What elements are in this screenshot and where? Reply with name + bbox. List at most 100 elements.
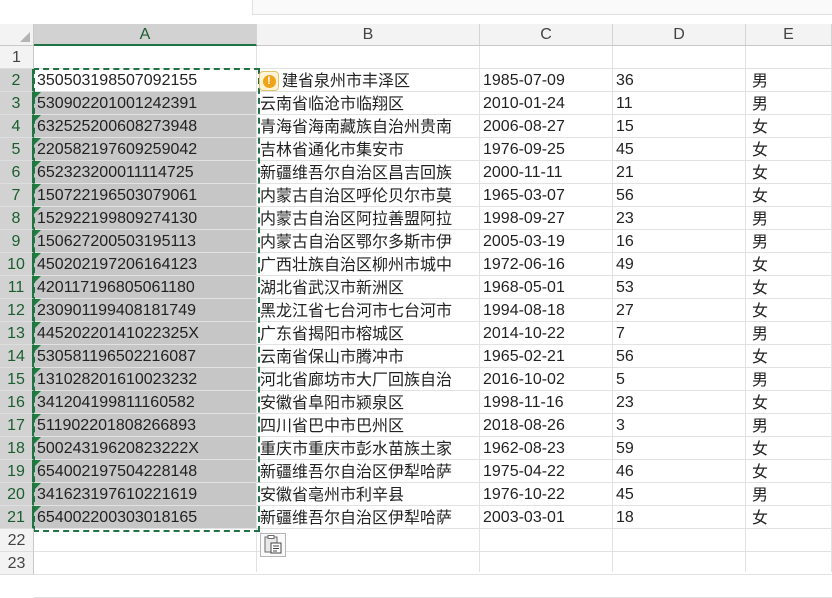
gender-cell[interactable]: 男	[746, 322, 832, 345]
id-number-cell[interactable]: 50024319620823222X	[34, 437, 257, 460]
address-cell[interactable]: 云南省保山市腾冲市	[257, 345, 478, 368]
gender-cell[interactable]: 女	[746, 115, 832, 138]
age-cell[interactable]: 16	[613, 230, 746, 253]
birth-date-cell[interactable]: 2003-03-01	[480, 506, 613, 529]
address-cell[interactable]: 黑龙江省七台河市七台河市	[257, 299, 478, 322]
age-cell[interactable]: 21	[613, 161, 746, 184]
address-cell[interactable]: 安徽省阜阳市颍泉区	[257, 391, 478, 414]
address-cell[interactable]: 内蒙古自治区鄂尔多斯市伊	[257, 230, 478, 253]
address-cell[interactable]: 建省泉州市丰泽区	[279, 69, 478, 92]
id-number-cell[interactable]: 131028201610023232	[34, 368, 257, 391]
age-cell[interactable]: 7	[613, 322, 746, 345]
age-cell[interactable]: 23	[613, 391, 746, 414]
row-header-10[interactable]: 10	[0, 253, 34, 276]
row-header-4[interactable]: 4	[0, 115, 34, 138]
id-number-cell[interactable]: 150627200503195113	[34, 230, 257, 253]
birth-date-cell[interactable]: 1972-06-16	[480, 253, 613, 276]
id-number-cell[interactable]: 654002197504228148	[34, 460, 257, 483]
age-cell[interactable]: 5	[613, 368, 746, 391]
birth-date-cell[interactable]: 1968-05-01	[480, 276, 613, 299]
address-cell[interactable]: 吉林省通化市集安市	[257, 138, 478, 161]
age-cell[interactable]: 49	[613, 253, 746, 276]
gender-cell[interactable]: 男	[746, 230, 832, 253]
id-number-cell[interactable]: 511902201808266893	[34, 414, 257, 437]
address-cell[interactable]: 新疆维吾尔自治区伊犁哈萨	[257, 460, 478, 483]
address-cell[interactable]: 内蒙古自治区阿拉善盟阿拉	[257, 207, 478, 230]
birth-date-cell[interactable]: 2018-08-26	[480, 414, 613, 437]
gender-cell[interactable]: 女	[746, 276, 832, 299]
row-header-3[interactable]: 3	[0, 92, 34, 115]
row-header-16[interactable]: 16	[0, 391, 34, 414]
address-cell[interactable]: 云南省临沧市临翔区	[257, 92, 478, 115]
birth-date-cell[interactable]: 1962-08-23	[480, 437, 613, 460]
birth-date-cell[interactable]: 1965-03-07	[480, 184, 613, 207]
row-header-7[interactable]: 7	[0, 184, 34, 207]
address-cell[interactable]: 新疆维吾尔自治区伊犁哈萨	[257, 506, 478, 529]
row-header-22[interactable]: 22	[0, 529, 34, 552]
age-cell[interactable]: 23	[613, 207, 746, 230]
gender-cell[interactable]: 男	[746, 368, 832, 391]
age-cell[interactable]: 45	[613, 138, 746, 161]
id-number-cell[interactable]: 632525200608273948	[34, 115, 257, 138]
age-cell[interactable]: 18	[613, 506, 746, 529]
error-indicator-button[interactable]: !	[259, 71, 279, 91]
row-header-11[interactable]: 11	[0, 276, 34, 299]
gender-cell[interactable]: 女	[746, 460, 832, 483]
address-cell[interactable]: 重庆市重庆市彭水苗族土家	[257, 437, 478, 460]
gender-cell[interactable]: 女	[746, 138, 832, 161]
birth-date-cell[interactable]: 1998-09-27	[480, 207, 613, 230]
birth-date-cell[interactable]: 2000-11-11	[480, 161, 613, 184]
gender-cell[interactable]: 男	[746, 207, 832, 230]
select-all-button[interactable]	[0, 24, 34, 46]
address-cell[interactable]: 青海省海南藏族自治州贵南	[257, 115, 478, 138]
address-cell[interactable]: 四川省巴中市巴州区	[257, 414, 478, 437]
age-cell[interactable]: 46	[613, 460, 746, 483]
row-header-8[interactable]: 8	[0, 207, 34, 230]
birth-date-cell[interactable]: 2014-10-22	[480, 322, 613, 345]
birth-date-cell[interactable]: 2016-10-02	[480, 368, 613, 391]
row-header-21[interactable]: 21	[0, 506, 34, 529]
id-number-cell[interactable]: 152922199809274130	[34, 207, 257, 230]
address-cell[interactable]: 河北省廊坊市大厂回族自治	[257, 368, 478, 391]
id-number-cell[interactable]: 341204199811160582	[34, 391, 257, 414]
address-cell[interactable]: 湖北省武汉市新洲区	[257, 276, 478, 299]
row-header-18[interactable]: 18	[0, 437, 34, 460]
id-number-cell[interactable]: 44520220141022325X	[34, 322, 257, 345]
row-header-14[interactable]: 14	[0, 345, 34, 368]
birth-date-cell[interactable]: 2005-03-19	[480, 230, 613, 253]
gender-cell[interactable]: 女	[746, 161, 832, 184]
row-header-1[interactable]: 1	[0, 46, 34, 69]
gender-cell[interactable]: 女	[746, 437, 832, 460]
age-cell[interactable]: 59	[613, 437, 746, 460]
row-header-2[interactable]: 2	[0, 69, 34, 92]
column-header-a[interactable]: A	[34, 24, 257, 46]
id-number-cell[interactable]: 654002200303018165	[34, 506, 257, 529]
birth-date-cell[interactable]: 1965-02-21	[480, 345, 613, 368]
birth-date-cell[interactable]: 1976-09-25	[480, 138, 613, 161]
age-cell[interactable]: 56	[613, 184, 746, 207]
age-cell[interactable]: 56	[613, 345, 746, 368]
id-number-cell[interactable]: 420117196805061180	[34, 276, 257, 299]
gender-cell[interactable]: 男	[746, 414, 832, 437]
address-cell[interactable]: 安徽省亳州市利辛县	[257, 483, 478, 506]
id-number-cell[interactable]: 220582197609259042	[34, 138, 257, 161]
column-header-e[interactable]: E	[746, 24, 832, 46]
age-cell[interactable]: 15	[613, 115, 746, 138]
age-cell[interactable]: 3	[613, 414, 746, 437]
gender-cell[interactable]: 女	[746, 506, 832, 529]
id-number-cell[interactable]: 652323200011114725	[34, 161, 257, 184]
birth-date-cell[interactable]: 1998-11-16	[480, 391, 613, 414]
row-header-15[interactable]: 15	[0, 368, 34, 391]
row-header-17[interactable]: 17	[0, 414, 34, 437]
birth-date-cell[interactable]: 1975-04-22	[480, 460, 613, 483]
id-number-cell[interactable]: 450202197206164123	[34, 253, 257, 276]
gender-cell[interactable]: 女	[746, 391, 832, 414]
birth-date-cell[interactable]: 2010-01-24	[480, 92, 613, 115]
age-cell[interactable]: 27	[613, 299, 746, 322]
address-cell[interactable]: 广西壮族自治区柳州市城中	[257, 253, 478, 276]
gender-cell[interactable]: 男	[746, 92, 832, 115]
id-number-cell[interactable]: 530902201001242391	[34, 92, 257, 115]
id-number-cell[interactable]: 150722196503079061	[34, 184, 257, 207]
gender-cell[interactable]: 男	[746, 69, 832, 92]
row-header-9[interactable]: 9	[0, 230, 34, 253]
